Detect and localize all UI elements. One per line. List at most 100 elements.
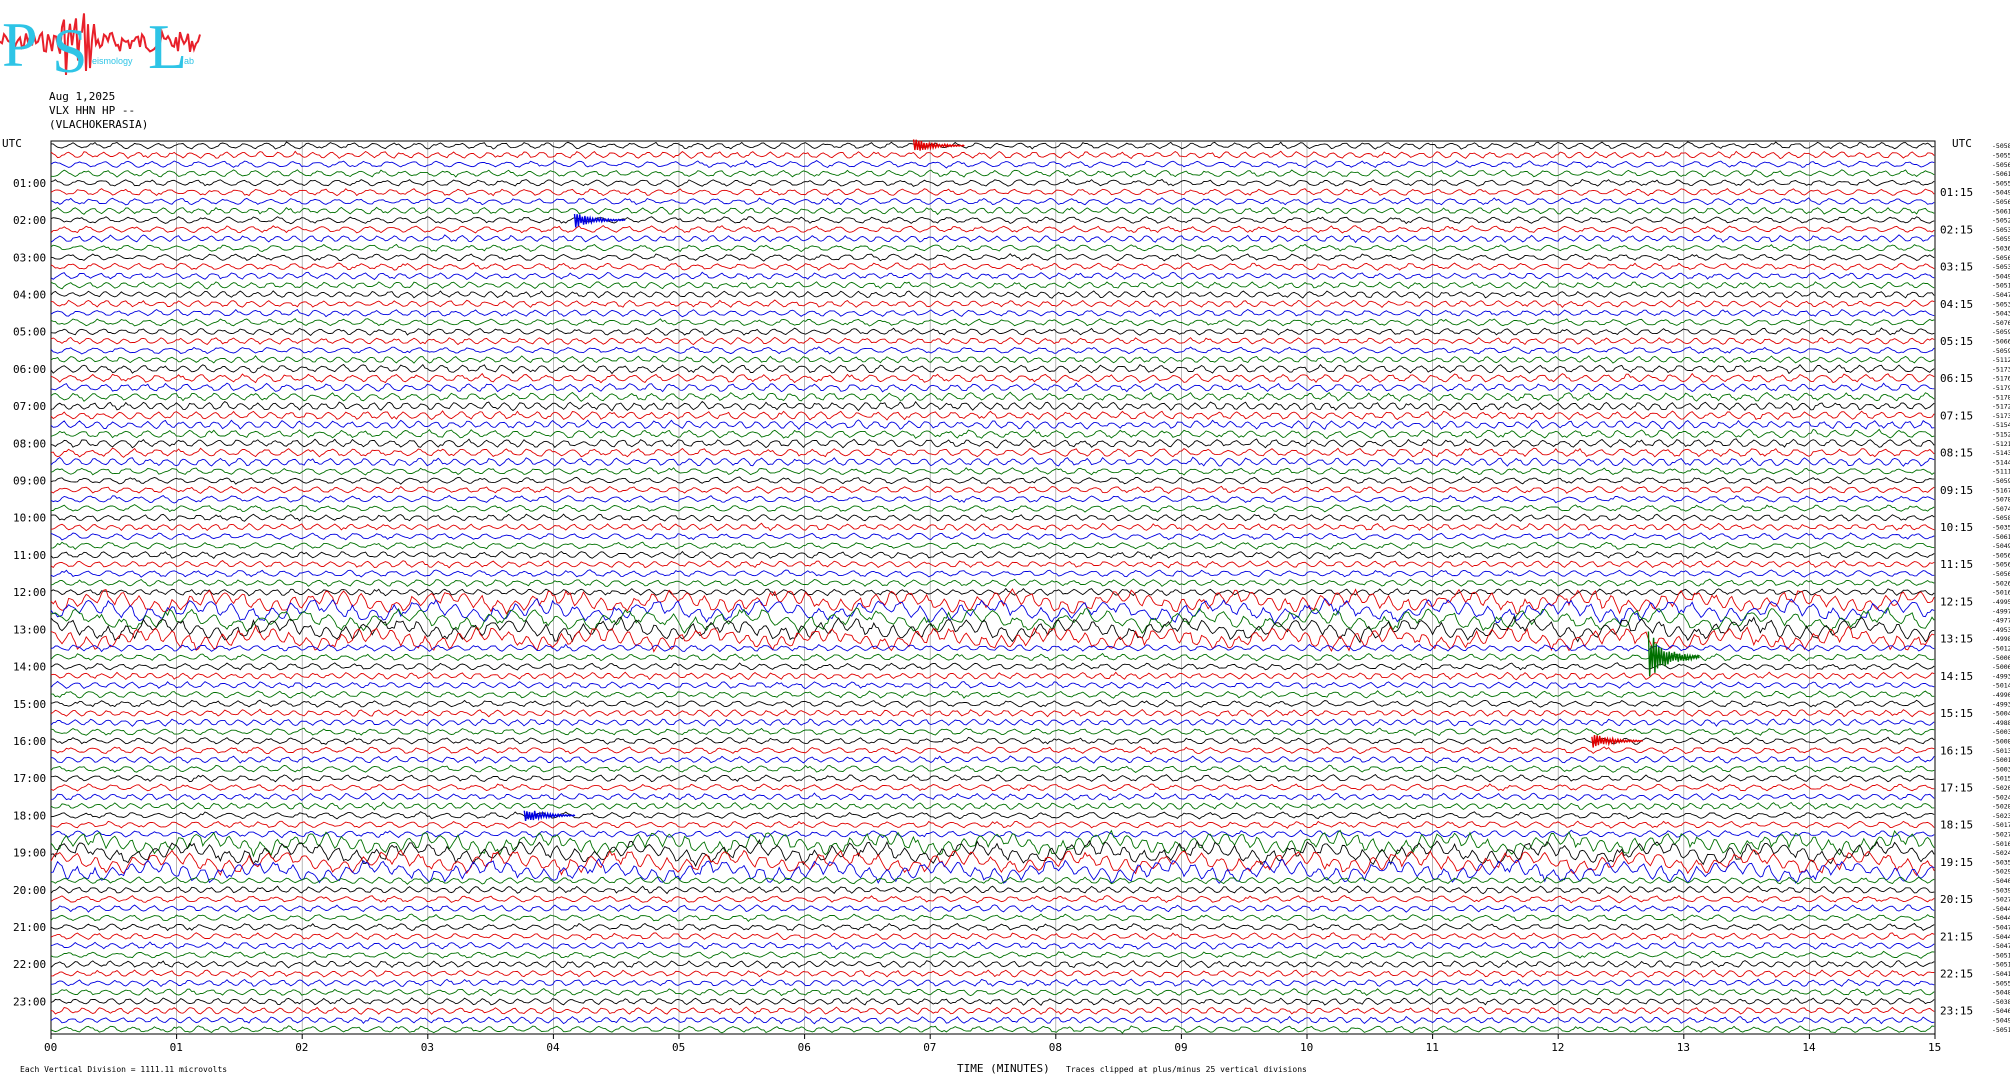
x-tick-label: 06 — [798, 1041, 811, 1054]
row-value-label: -5023 — [1992, 812, 2010, 820]
row-value-label: -5058 — [1992, 142, 2010, 150]
left-hour-label: 13:00 — [13, 623, 46, 636]
right-hour-label: 03:15 — [1940, 261, 1973, 274]
x-tick-label: 05 — [672, 1041, 685, 1054]
left-hour-label: 18:00 — [13, 809, 46, 822]
row-value-label: -5024 — [1992, 793, 2010, 801]
right-hour-label: 01:15 — [1940, 186, 1973, 199]
clip-note: Traces clipped at plus/minus 25 vertical… — [1066, 1065, 1307, 1074]
trace-row-86 — [50, 941, 1935, 950]
trace-row-68 — [50, 774, 1935, 783]
trace-row-91 — [50, 987, 1935, 997]
row-value-label: -5049 — [1992, 542, 2010, 550]
row-value-label: -5041 — [1992, 970, 2010, 978]
right-hour-label: 04:15 — [1940, 298, 1973, 311]
trace-row-66 — [50, 755, 1935, 764]
row-value-label: -5053 — [1992, 226, 2010, 234]
right-hour-label: 16:15 — [1940, 744, 1973, 757]
left-hour-label: 20:00 — [13, 884, 46, 897]
row-value-label: -5038 — [1992, 998, 2010, 1006]
row-value-label: -5144 — [1992, 458, 2010, 466]
left-hour-label: 21:00 — [13, 921, 46, 934]
row-value-label: -5061 — [1992, 207, 2010, 215]
row-value-label: -5051 — [1992, 282, 2010, 290]
trace-row-84 — [50, 922, 1935, 932]
row-value-label: -5078 — [1992, 496, 2010, 504]
trace-row-47 — [50, 578, 1935, 588]
trace-row-22 — [50, 346, 1935, 355]
left-hour-label: 03:00 — [13, 251, 46, 264]
row-value-label: -5052 — [1992, 217, 2010, 225]
right-hour-label: 10:15 — [1940, 521, 1973, 534]
right-hour-label: 19:15 — [1940, 856, 1973, 869]
trace-row-35 — [50, 467, 1935, 476]
row-value-label: -5053 — [1992, 263, 2010, 271]
trace-row-12 — [50, 253, 1935, 262]
x-tick-label: 10 — [1300, 1041, 1313, 1054]
trace-row-42 — [50, 531, 1935, 541]
row-value-label: -5154 — [1992, 421, 2010, 429]
x-tick-label: 00 — [44, 1041, 57, 1054]
x-tick-label: 04 — [546, 1041, 560, 1054]
left-hour-label: 11:00 — [13, 549, 46, 562]
row-value-label: -5026 — [1992, 579, 2010, 587]
trace-row-37 — [50, 485, 1935, 495]
event-burst — [1591, 735, 1643, 748]
row-value-label: -4990 — [1992, 691, 2010, 699]
row-value-label: -5176 — [1992, 375, 2010, 383]
row-value-label: -5003 — [1992, 765, 2010, 773]
trace-row-95 — [50, 1025, 1935, 1034]
row-value-label: -5006 — [1992, 663, 2010, 671]
row-value-label: -5044 — [1992, 914, 2010, 922]
chart-frame — [50, 140, 1936, 1035]
row-value-label: -5059 — [1992, 328, 2010, 336]
left-hour-label: 15:00 — [13, 698, 46, 711]
row-value-label: -5055 — [1992, 979, 2010, 987]
trace-row-29 — [50, 410, 1935, 421]
trace-row-21 — [50, 336, 1935, 346]
left-time-labels: 01:00 02:00 03:00 04:00 05:00 06:00 07:00 08:00… — [13, 177, 46, 1009]
row-value-label: -5056 — [1992, 551, 2010, 559]
trace-row-25 — [50, 372, 1935, 384]
x-tick-label: 13 — [1677, 1041, 1690, 1054]
trace-row-7 — [50, 206, 1935, 216]
helicorder-chart: UTC UTC 01:00 02:00 03:00 04:00 05:00 06:00 07… — [2, 137, 2010, 1075]
row-value-label: -5056 — [1992, 198, 2010, 206]
trace-row-38 — [50, 494, 1935, 504]
trace-row-18 — [50, 308, 1935, 318]
row-value-label: -5173 — [1992, 412, 2010, 420]
trace-row-88 — [50, 960, 1935, 969]
trace-row-71 — [50, 801, 1935, 811]
trace-row-39 — [50, 504, 1935, 513]
row-value-label: -5178 — [1992, 393, 2010, 401]
left-hour-label: 17:00 — [13, 772, 46, 785]
row-value-label: -5017 — [1992, 821, 2010, 829]
trace-row-60 — [50, 699, 1935, 709]
trace-row-80 — [50, 885, 1935, 895]
trace-row-41 — [50, 522, 1935, 532]
trace-row-43 — [50, 541, 1935, 550]
row-value-label: -4995 — [1992, 598, 2010, 606]
row-value-label: -5143 — [1992, 449, 2010, 457]
row-value-label: -5152 — [1992, 431, 2010, 439]
trace-row-14 — [50, 271, 1935, 281]
row-value-label: -5014 — [1992, 682, 2010, 690]
trace-row-82 — [50, 904, 1935, 913]
left-hour-label: 04:00 — [13, 289, 46, 302]
right-hour-label: 07:15 — [1940, 409, 1973, 422]
left-hour-label: 10:00 — [13, 512, 46, 525]
row-value-label: -5027 — [1992, 831, 2010, 839]
row-value-label: -5051 — [1992, 951, 2010, 959]
trace-row-89 — [51, 969, 1935, 978]
left-hour-label: 06:00 — [13, 363, 46, 376]
x-tick-label: 02 — [295, 1041, 308, 1054]
trace-row-3 — [50, 169, 1935, 178]
left-hour-label: 12:00 — [13, 586, 46, 599]
right-hour-label: 12:15 — [1940, 596, 1973, 609]
trace-row-8 — [50, 215, 1935, 225]
trace-row-83 — [50, 913, 1935, 922]
trace-row-61 — [50, 708, 1935, 718]
row-value-label: -5048 — [1992, 989, 2010, 997]
row-value-label: -5027 — [1992, 896, 2010, 904]
chart-grid — [50, 140, 1936, 1035]
